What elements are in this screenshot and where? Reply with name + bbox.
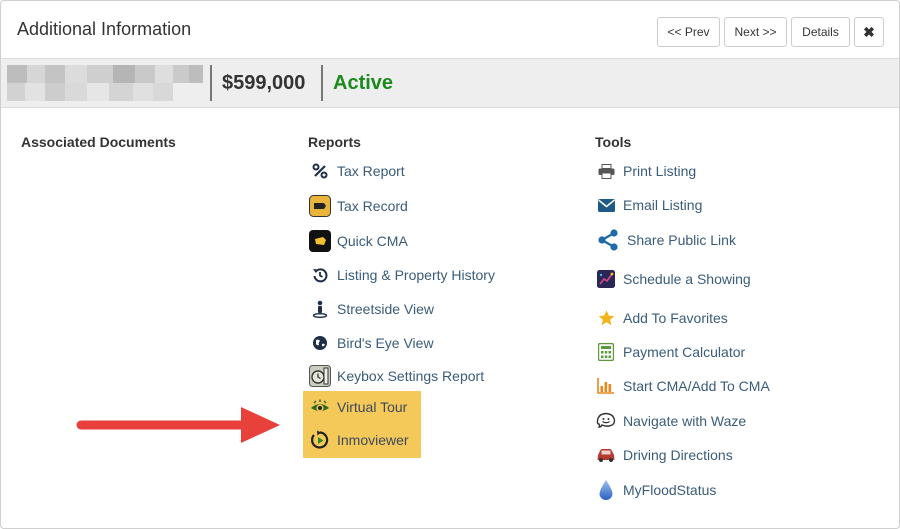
report-virtual-tour[interactable]: Virtual Tour [309,394,407,420]
eye-icon [309,396,331,418]
printer-icon [595,160,617,182]
tool-label: MyFloodStatus [623,482,717,498]
tool-payment-calculator[interactable]: Payment Calculator [595,339,745,365]
calendar-icon [595,268,617,290]
share-icon [595,229,621,251]
divider [210,65,212,101]
tool-label: Payment Calculator [623,344,746,360]
report-label: Streetside View [337,301,435,317]
additional-info-modal: Additional Information << Prev Next >> D… [0,0,900,529]
waze-icon [595,410,617,432]
divider [321,65,323,101]
tool-print-listing[interactable]: Print Listing [595,158,696,184]
modal-title: Additional Information [17,19,192,39]
red-arrow-annotation [73,401,283,447]
report-inmoviewer[interactable]: Inmoviewer [309,427,409,453]
report-streetside-view[interactable]: Streetside View [309,296,434,322]
next-button[interactable]: Next >> [724,17,787,47]
prev-button[interactable]: << Prev [657,17,720,47]
percent-icon [309,160,331,182]
report-tax-report[interactable]: Tax Report [309,158,405,184]
redacted-address [7,65,203,101]
tool-label: Start CMA/Add To CMA [623,378,770,394]
keybox-icon [309,365,331,387]
report-birds-eye-view[interactable]: Bird's Eye View [309,330,434,356]
bar-chart-icon [595,375,617,397]
play-replay-icon [309,429,331,451]
star-icon [595,307,617,329]
tool-label: Email Listing [623,197,703,213]
tool-label: Driving Directions [623,447,733,463]
tool-label: Schedule a Showing [623,271,751,287]
report-listing-history[interactable]: Listing & Property History [309,262,495,288]
history-icon [309,264,331,286]
tool-schedule-showing[interactable]: Schedule a Showing [595,266,751,292]
envelope-icon [595,194,617,216]
tool-label: Add To Favorites [623,310,728,326]
report-label: Tax Record [337,198,408,214]
report-keybox-settings[interactable]: Keybox Settings Report [309,363,484,389]
listing-price: $599,000 [222,72,306,94]
tax-record-icon [309,195,331,217]
report-quick-cma[interactable]: Quick CMA [309,228,408,254]
tool-add-to-favorites[interactable]: Add To Favorites [595,305,728,331]
report-label: Quick CMA [337,233,408,249]
close-button[interactable]: ✖ [854,17,884,47]
tool-label: Share Public Link [627,232,736,248]
tool-share-public-link[interactable]: Share Public Link [595,227,736,253]
tool-label: Print Listing [623,163,697,179]
report-label: Listing & Property History [337,267,495,283]
tools-title: Tools [595,134,632,150]
report-label: Inmoviewer [337,432,409,448]
report-label: Bird's Eye View [337,335,434,351]
water-drop-icon [595,479,617,501]
details-button[interactable]: Details [791,17,850,47]
tool-driving-directions[interactable]: Driving Directions [595,442,733,468]
listing-status: Active [333,72,394,94]
calculator-icon [595,341,617,363]
report-label: Keybox Settings Report [337,368,485,384]
listing-summary-bar: $599,000 Active [1,58,899,108]
car-icon [595,444,617,466]
street-person-icon [309,298,331,320]
tool-navigate-waze[interactable]: Navigate with Waze [595,408,746,434]
report-tax-record[interactable]: Tax Record [309,193,408,219]
tool-email-listing[interactable]: Email Listing [595,192,702,218]
report-label: Tax Report [337,163,405,179]
report-label: Virtual Tour [337,399,408,415]
tool-my-flood-status[interactable]: MyFloodStatus [595,477,716,503]
tool-start-cma[interactable]: Start CMA/Add To CMA [595,373,770,399]
associated-documents-title: Associated Documents [21,134,176,150]
reports-title: Reports [308,134,361,150]
tool-label: Navigate with Waze [623,413,747,429]
globe-icon [309,332,331,354]
quick-cma-icon [309,230,331,252]
